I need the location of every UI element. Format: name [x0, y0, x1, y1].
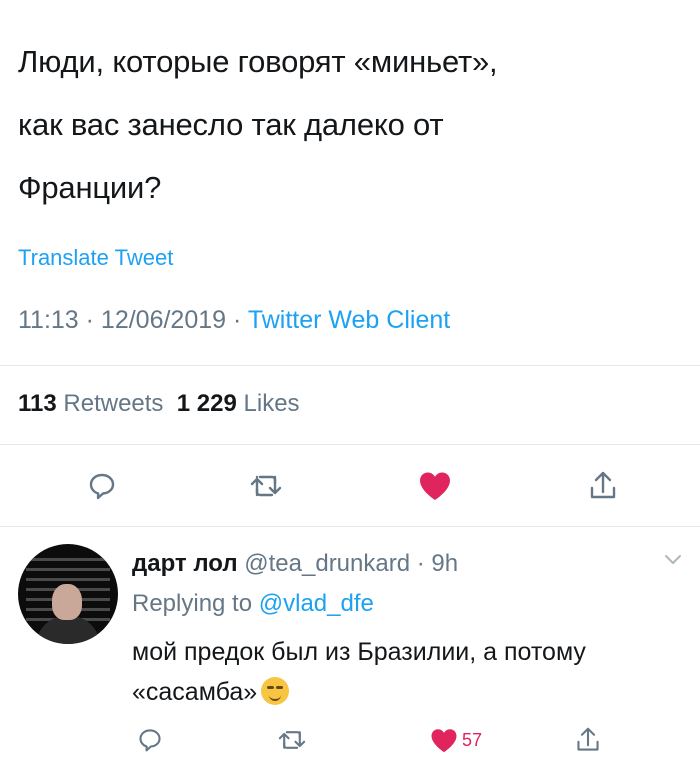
replying-to: Replying to @vlad_dfe: [132, 590, 374, 618]
tweet-client-link[interactable]: Twitter Web Client: [248, 306, 450, 334]
tweet-line: как вас занесло так далеко от: [18, 107, 444, 142]
tweet-text: Люди, которые говорят «миньет», как вас …: [18, 30, 678, 219]
reply-icon: [139, 729, 161, 752]
avatar[interactable]: [18, 544, 118, 644]
replying-mention[interactable]: @vlad_dfe: [259, 590, 374, 617]
divider: [0, 444, 700, 445]
tweet-timestamp[interactable]: 11:13 · 12/06/2019 ·: [18, 306, 248, 334]
reply-tweet[interactable]: дарт лол @tea_drunkard · 9h Replying to …: [0, 528, 700, 777]
likes-count: 1 229: [176, 390, 237, 417]
share-icon: [577, 727, 599, 751]
reply-text: мой предок был из Бразилии, а потому «са…: [132, 632, 682, 712]
retweet-icon: [250, 475, 282, 497]
retweet-button[interactable]: [246, 466, 286, 506]
likes-label: Likes: [243, 390, 300, 417]
tweet-meta: 11:13 · 12/06/2019 · Twitter Web Client: [18, 306, 450, 335]
share-button[interactable]: [583, 466, 623, 506]
like-button[interactable]: [415, 466, 455, 506]
share-button[interactable]: [568, 720, 608, 760]
likes-stat[interactable]: 1 229 Likes: [177, 390, 300, 417]
retweet-button[interactable]: [272, 720, 312, 760]
retweet-icon: [278, 731, 306, 749]
divider: [0, 526, 700, 527]
like-button[interactable]: [424, 720, 464, 760]
reply-action-bar: 57: [0, 720, 700, 760]
translate-tweet-link[interactable]: Translate Tweet: [18, 245, 173, 271]
reply-button[interactable]: [82, 466, 122, 506]
reply-display-name[interactable]: дарт лол: [132, 550, 238, 577]
heart-icon: [431, 728, 457, 752]
divider: [0, 365, 700, 366]
share-icon: [590, 471, 616, 499]
retweets-label: Retweets: [63, 390, 164, 417]
tweet-stats: 113 Retweets 1 229 Likes: [18, 390, 300, 418]
smirk-emoji-icon: [261, 677, 290, 705]
retweets-stat[interactable]: 113 Retweets: [18, 390, 163, 417]
reply-button[interactable]: [130, 720, 170, 760]
tweet-action-bar: [0, 466, 700, 506]
tweet-line: Люди, которые говорят «миньет»,: [18, 44, 498, 79]
chevron-down-icon[interactable]: [662, 548, 684, 570]
replying-prefix: Replying to: [132, 590, 253, 617]
reply-header: дарт лол @tea_drunkard · 9h: [132, 550, 458, 578]
tweet-line: Франции?: [18, 170, 162, 205]
reply-like-count: 57: [462, 730, 483, 750]
reply-handle-time[interactable]: @tea_drunkard · 9h: [244, 550, 458, 577]
retweets-count: 113: [18, 390, 57, 417]
heart-icon: [420, 472, 450, 500]
reply-text-content: мой предок был из Бразилии, а потому «са…: [132, 638, 586, 706]
reply-icon: [89, 473, 115, 500]
